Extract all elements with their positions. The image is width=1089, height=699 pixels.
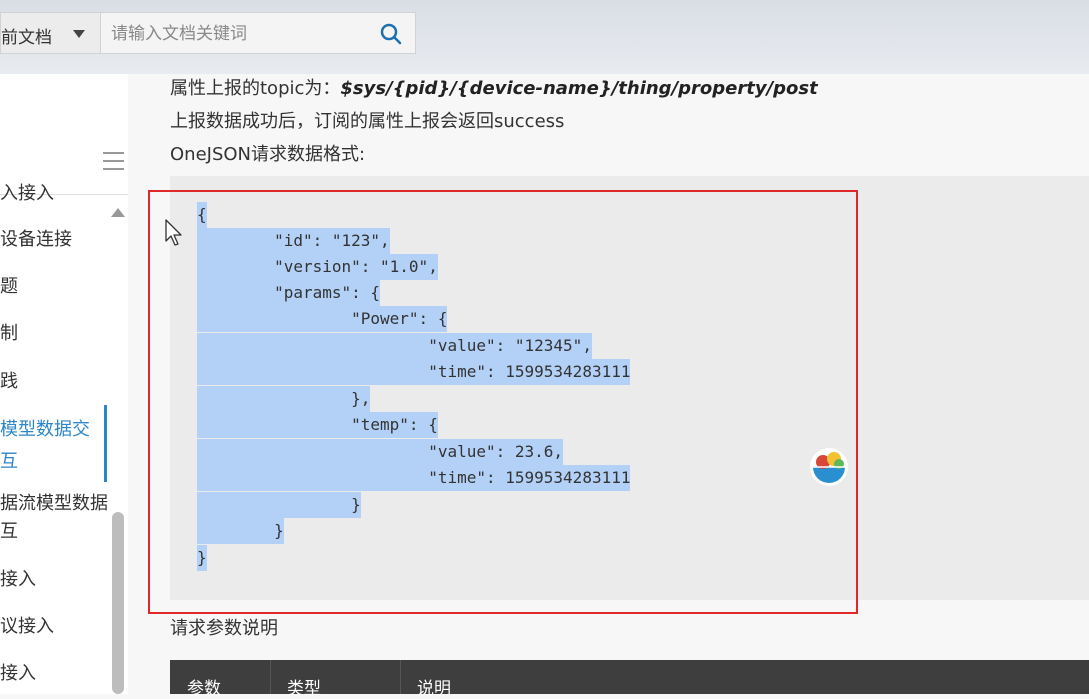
mouse-cursor-icon <box>165 219 182 246</box>
doc-scope-select[interactable]: 前文档 <box>0 12 100 54</box>
topic-value: $sys/{pid}/{device-name}/thing/property/… <box>340 78 818 99</box>
top-bar: 前文档 <box>0 0 1089 74</box>
sidebar-scrollbar[interactable] <box>112 512 124 694</box>
request-params-title: 请求参数说明 <box>170 618 278 639</box>
sidebar-item[interactable]: 制 <box>0 322 18 346</box>
floating-app-icon[interactable] <box>809 447 849 487</box>
main-content: 属性上报的topic为：$sys/{pid}/{device-name}/thi… <box>128 74 1089 699</box>
sidebar-item[interactable]: 设备连接 <box>0 228 72 252</box>
sidebar-item[interactable]: 践 <box>0 370 18 394</box>
sidebar-item[interactable]: 议接入 <box>0 615 54 639</box>
sidebar-item[interactable]: 据流模型数据 <box>0 492 108 516</box>
sidebar-item-active-line2[interactable]: 互 <box>0 450 18 474</box>
sidebar-item[interactable]: 接入 <box>0 662 36 686</box>
menu-icon[interactable] <box>103 152 124 170</box>
format-paragraph: OneJSON请求数据格式: <box>170 144 366 165</box>
search-icon[interactable] <box>379 22 403 46</box>
table-header-param: 参数 <box>187 679 221 699</box>
sidebar: 入接入 设备连接 题 制 践 模型数据交 互 据流模型数据 互 接入 议接入 接… <box>0 74 129 694</box>
sidebar-item-active[interactable]: 模型数据交 <box>0 418 90 442</box>
sidebar-item[interactable]: 题 <box>0 275 18 299</box>
search-input[interactable] <box>109 19 363 49</box>
active-indicator <box>104 405 107 482</box>
topic-paragraph: 属性上报的topic为：$sys/{pid}/{device-name}/thi… <box>170 74 818 100</box>
table-header-type: 类型 <box>287 679 321 699</box>
sidebar-item[interactable]: 入接入 <box>0 182 54 206</box>
sidebar-item-line2[interactable]: 互 <box>0 520 18 544</box>
table-header-desc: 说明 <box>417 679 451 699</box>
search-box <box>100 12 416 54</box>
success-paragraph: 上报数据成功后，订阅的属性上报会返回success <box>170 111 565 132</box>
table-header-divider <box>400 660 401 694</box>
doc-scope-label: 前文档 <box>1 28 52 48</box>
table-header-divider <box>270 660 271 694</box>
red-highlight-box <box>148 190 858 614</box>
params-table-header: 参数 类型 说明 <box>170 660 1089 699</box>
topic-prefix: 属性上报的topic为： <box>170 78 341 99</box>
sidebar-item[interactable]: 接入 <box>0 568 36 592</box>
scroll-up-arrow-icon[interactable] <box>111 208 125 217</box>
chevron-down-icon[interactable] <box>73 30 85 38</box>
